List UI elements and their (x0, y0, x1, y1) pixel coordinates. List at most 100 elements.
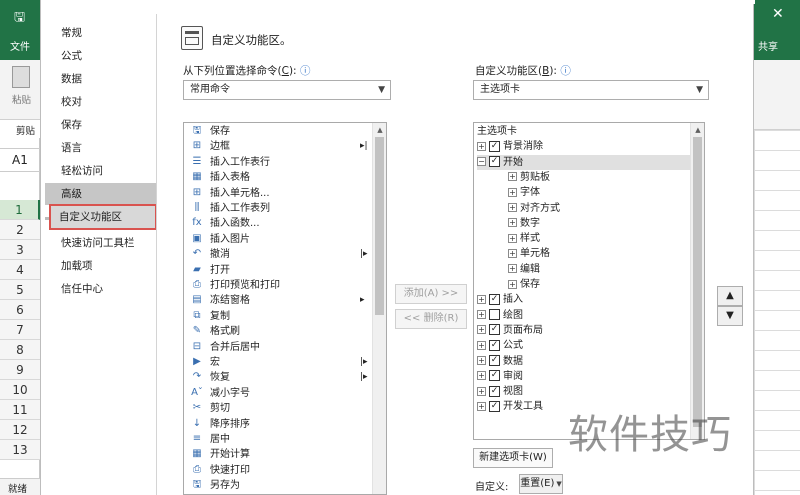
row-header[interactable]: 1 (0, 200, 40, 220)
tree-item[interactable]: + 编辑 (508, 262, 540, 277)
new-tab-button[interactable]: 新建选项卡(W) (473, 448, 553, 468)
nav-item[interactable]: 常规 (53, 22, 153, 44)
expand-icon[interactable]: + (477, 401, 486, 411)
ribbon-tree-scrollbar[interactable]: ▲ (690, 123, 704, 439)
row-header[interactable]: 7 (0, 320, 40, 340)
checkbox[interactable]: ✓ (489, 400, 500, 412)
list-item[interactable]: ⫼ 插入工作表列 (190, 201, 270, 216)
expand-icon[interactable]: + (477, 356, 486, 365)
close-window-icon[interactable]: ✕ (772, 6, 784, 22)
list-item[interactable]: ▰ 打开 (190, 263, 230, 278)
list-item[interactable]: ✎ 格式刷 (190, 324, 240, 339)
expand-icon[interactable]: + (477, 141, 486, 151)
list-item[interactable]: ↶ 撤消 (190, 247, 230, 262)
list-item[interactable]: ▤ 冻结窗格 (190, 293, 250, 308)
remove-button[interactable]: << 删除(R) (395, 309, 467, 329)
list-item[interactable]: ☰ 插入工作表行 (190, 155, 270, 170)
row-header[interactable]: 8 (0, 340, 40, 360)
list-item[interactable]: ⊟ 合并后居中 (190, 340, 260, 355)
tree-item[interactable]: + 字体 (508, 185, 540, 200)
move-down-button[interactable]: ▼ (717, 306, 743, 326)
checkbox[interactable]: ✓ (489, 156, 500, 168)
list-item[interactable]: fx 插入函数... (190, 216, 259, 231)
tree-item[interactable]: + 绘图 (477, 308, 523, 323)
list-item[interactable]: ▶ 宏 (190, 355, 220, 370)
nav-item[interactable]: 公式 (53, 45, 153, 67)
tree-item[interactable]: + 数字 (508, 216, 540, 231)
checkbox[interactable]: ✓ (489, 324, 500, 336)
expand-icon[interactable]: + (508, 172, 517, 182)
list-item[interactable]: ⧉ 复制 (190, 309, 230, 324)
nav-item[interactable]: 保存 (53, 114, 153, 136)
file-tab[interactable]: 文件 (10, 38, 30, 53)
expand-icon[interactable]: + (477, 340, 486, 350)
checkbox[interactable]: ✓ (489, 355, 500, 366)
tree-item[interactable]: + 单元格 (508, 246, 550, 261)
tree-item[interactable]: + 剪贴板 (508, 170, 550, 185)
row-header[interactable]: 13 (0, 440, 40, 460)
row-header[interactable]: 9 (0, 360, 40, 380)
checkbox[interactable] (489, 309, 500, 321)
move-up-button[interactable]: ▲ (717, 286, 743, 306)
expand-icon[interactable]: + (508, 248, 517, 258)
commands-list[interactable]: 🖫 保存 ⊞ 边框 ▸| ☰ 插入工作表行 ▦ 插入表格 ⊞ 插入单元格... ⫼ 插入工作表列 fx 插入… (183, 122, 387, 495)
tree-item[interactable]: + ✓ 数据 (477, 354, 523, 369)
checkbox[interactable]: ✓ (489, 370, 500, 382)
tree-item[interactable]: + ✓ 开发工具 (477, 399, 543, 414)
row-header[interactable]: 4 (0, 260, 40, 280)
list-item[interactable]: 🖫 保存 (190, 124, 230, 139)
list-item[interactable]: ▦ 插入表格 (190, 170, 250, 185)
commands-scrollbar[interactable]: ▲ (372, 123, 386, 494)
commands-source-dropdown[interactable]: 常用命令 ▼ (183, 80, 391, 100)
tree-item[interactable]: + 对齐方式 (508, 201, 560, 216)
scroll-thumb[interactable] (693, 137, 702, 427)
row-header[interactable]: 11 (0, 400, 40, 420)
tree-item[interactable]: − ✓ 开始 (477, 154, 691, 170)
expand-icon[interactable]: + (477, 310, 486, 320)
list-item[interactable]: ⎙ 快速打印 (190, 463, 250, 478)
nav-item[interactable]: 自定义功能区 (49, 204, 157, 230)
reset-button[interactable]: 重置(E) ▼ (519, 474, 563, 494)
paste-icon[interactable] (12, 66, 30, 88)
expand-icon[interactable]: + (477, 386, 486, 396)
tree-item[interactable]: + ✓ 背景消除 (477, 139, 543, 154)
tree-item[interactable]: + ✓ 页面布局 (477, 323, 543, 338)
expand-icon[interactable]: + (477, 371, 486, 381)
tree-item[interactable]: 主选项卡 (477, 124, 517, 139)
list-item[interactable]: ⊞ 边框 (190, 139, 230, 154)
ribbon-tabs-dropdown[interactable]: 主选项卡 ▼ (473, 80, 709, 100)
row-header[interactable]: 3 (0, 240, 40, 260)
checkbox[interactable]: ✓ (489, 293, 500, 305)
nav-item[interactable]: 高级 (45, 183, 157, 205)
nav-item[interactable]: 校对 (53, 91, 153, 113)
expand-icon[interactable]: + (508, 279, 517, 289)
nav-item[interactable]: 信任中心 (53, 278, 153, 300)
list-item[interactable]: Aˇ 减小字号 (190, 386, 250, 401)
row-header[interactable]: 12 (0, 420, 40, 440)
expand-icon[interactable]: + (508, 187, 517, 197)
list-item[interactable]: ↓ 降序排序 (190, 417, 250, 432)
row-header[interactable]: 2 (0, 220, 40, 240)
row-header[interactable]: 6 (0, 300, 40, 320)
list-item[interactable]: ↷ 恢复 (190, 370, 230, 385)
row-header[interactable]: 5 (0, 280, 40, 300)
tree-item[interactable]: + ✓ 审阅 (477, 369, 523, 384)
expand-icon[interactable]: + (508, 264, 517, 274)
scroll-up-icon[interactable]: ▲ (373, 124, 386, 136)
scroll-thumb[interactable] (375, 137, 384, 315)
expand-icon[interactable]: + (477, 294, 486, 304)
name-box[interactable]: A1 (0, 148, 40, 172)
nav-item[interactable]: 数据 (53, 68, 153, 90)
add-button[interactable]: 添加(A) >> (395, 284, 467, 304)
list-item[interactable]: 🖫 另存为 (190, 478, 240, 493)
tree-item[interactable]: + 样式 (508, 231, 540, 246)
scroll-up-icon[interactable]: ▲ (691, 124, 704, 136)
list-item[interactable]: ✂ 剪切 (190, 401, 230, 416)
expand-icon[interactable]: + (508, 218, 517, 228)
expand-icon[interactable]: + (477, 325, 486, 335)
excel-save-icon[interactable]: 🖫 (14, 8, 25, 30)
checkbox[interactable]: ✓ (489, 385, 500, 397)
checkbox[interactable]: ✓ (489, 140, 500, 152)
nav-item[interactable]: 加载项 (53, 255, 153, 277)
tree-item[interactable]: + ✓ 视图 (477, 384, 523, 399)
